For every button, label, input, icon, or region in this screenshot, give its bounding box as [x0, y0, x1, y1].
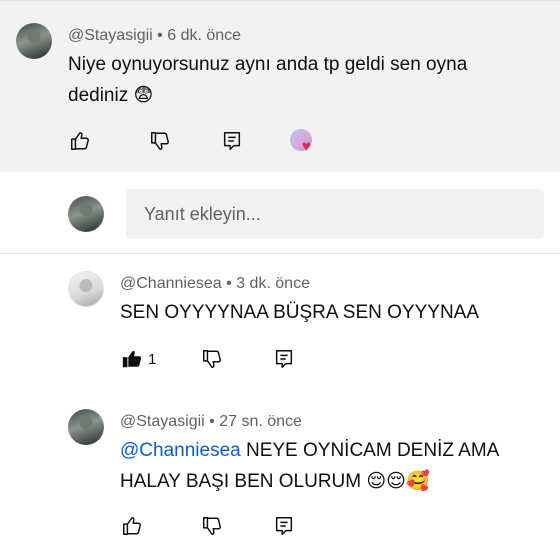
comment-meta: @Stayasigii • 27 sn. önce	[120, 413, 302, 431]
thumbs-down-icon	[203, 350, 221, 368]
thumbs-down-icon	[203, 517, 221, 535]
comment-time: 3 dk. önce	[236, 275, 310, 292]
comment-meta: @Channiesea • 3 dk. önce	[120, 275, 310, 293]
thumbs-up-icon	[123, 517, 141, 535]
thumbs-up-icon	[71, 132, 89, 150]
comment-time: 6 dk. önce	[167, 27, 242, 44]
comment-author[interactable]: @Channiesea	[120, 275, 222, 292]
avatar[interactable]	[68, 409, 104, 445]
comment-text-line: HALAY BAŞI BEN OLURUM 😌😌🥰	[120, 466, 499, 497]
like-button[interactable]	[120, 347, 144, 371]
comment-text: Niye oynuyorsunuz aynı anda tp geldi sen…	[68, 49, 467, 111]
reply-input[interactable]	[126, 189, 544, 239]
mention-link[interactable]: @Channiesea	[120, 440, 241, 461]
meta-separator: •	[221, 275, 237, 292]
dislike-button[interactable]	[148, 129, 172, 153]
comment-text-line: @Channiesea NEYE OYNİCAM DENİZ AMA	[120, 435, 499, 466]
meta-separator: •	[204, 413, 220, 430]
comment-text: @Channiesea NEYE OYNİCAM DENİZ AMA HALAY…	[120, 435, 499, 497]
reply-icon	[275, 350, 293, 368]
thumbs-up-filled-icon	[122, 350, 142, 368]
dislike-button[interactable]	[200, 514, 224, 538]
comment-time: 27 sn. önce	[219, 413, 302, 430]
reply-input-box[interactable]	[126, 189, 544, 239]
divider	[0, 253, 560, 254]
like-count: 1	[148, 351, 157, 368]
meta-separator: •	[152, 27, 168, 44]
avatar[interactable]	[16, 23, 52, 59]
reply-button[interactable]	[220, 129, 244, 153]
creator-heart-icon: ♥	[290, 129, 316, 155]
comment-author[interactable]: @Stayasigii	[68, 27, 153, 44]
comment-text-line: Niye oynuyorsunuz aynı anda tp geldi sen…	[68, 54, 468, 75]
fearful-face-emoji: 😨	[133, 84, 154, 106]
comment-author[interactable]: @Stayasigii	[120, 413, 205, 430]
comment-meta: @Stayasigii • 6 dk. önce	[68, 27, 241, 45]
comment-text: SEN OYYYYNAA BÜŞRA SEN OYYYNAA	[120, 302, 480, 323]
reply-button[interactable]	[272, 514, 296, 538]
highlighted-comment: @Stayasigii • 6 dk. önce Niye oynuyorsun…	[0, 0, 560, 172]
comment-text-part: dediniz	[68, 85, 129, 106]
reply-icon	[223, 132, 241, 150]
emoji-group: 😌😌🥰	[366, 470, 430, 492]
comment-text-line: dediniz 😨	[68, 80, 467, 111]
current-user-avatar	[68, 196, 104, 232]
avatar[interactable]	[68, 271, 104, 307]
comment-text-part: HALAY BAŞI BEN OLURUM	[120, 471, 367, 492]
dislike-button[interactable]	[200, 347, 224, 371]
thumbs-down-icon	[151, 132, 169, 150]
like-button[interactable]	[120, 514, 144, 538]
comment-text-part: NEYE OYNİCAM DENİZ AMA	[240, 440, 500, 461]
reply-icon	[275, 517, 293, 535]
reply-button[interactable]	[272, 347, 296, 371]
heart-icon: ♥	[302, 138, 311, 155]
like-button[interactable]	[68, 129, 92, 153]
